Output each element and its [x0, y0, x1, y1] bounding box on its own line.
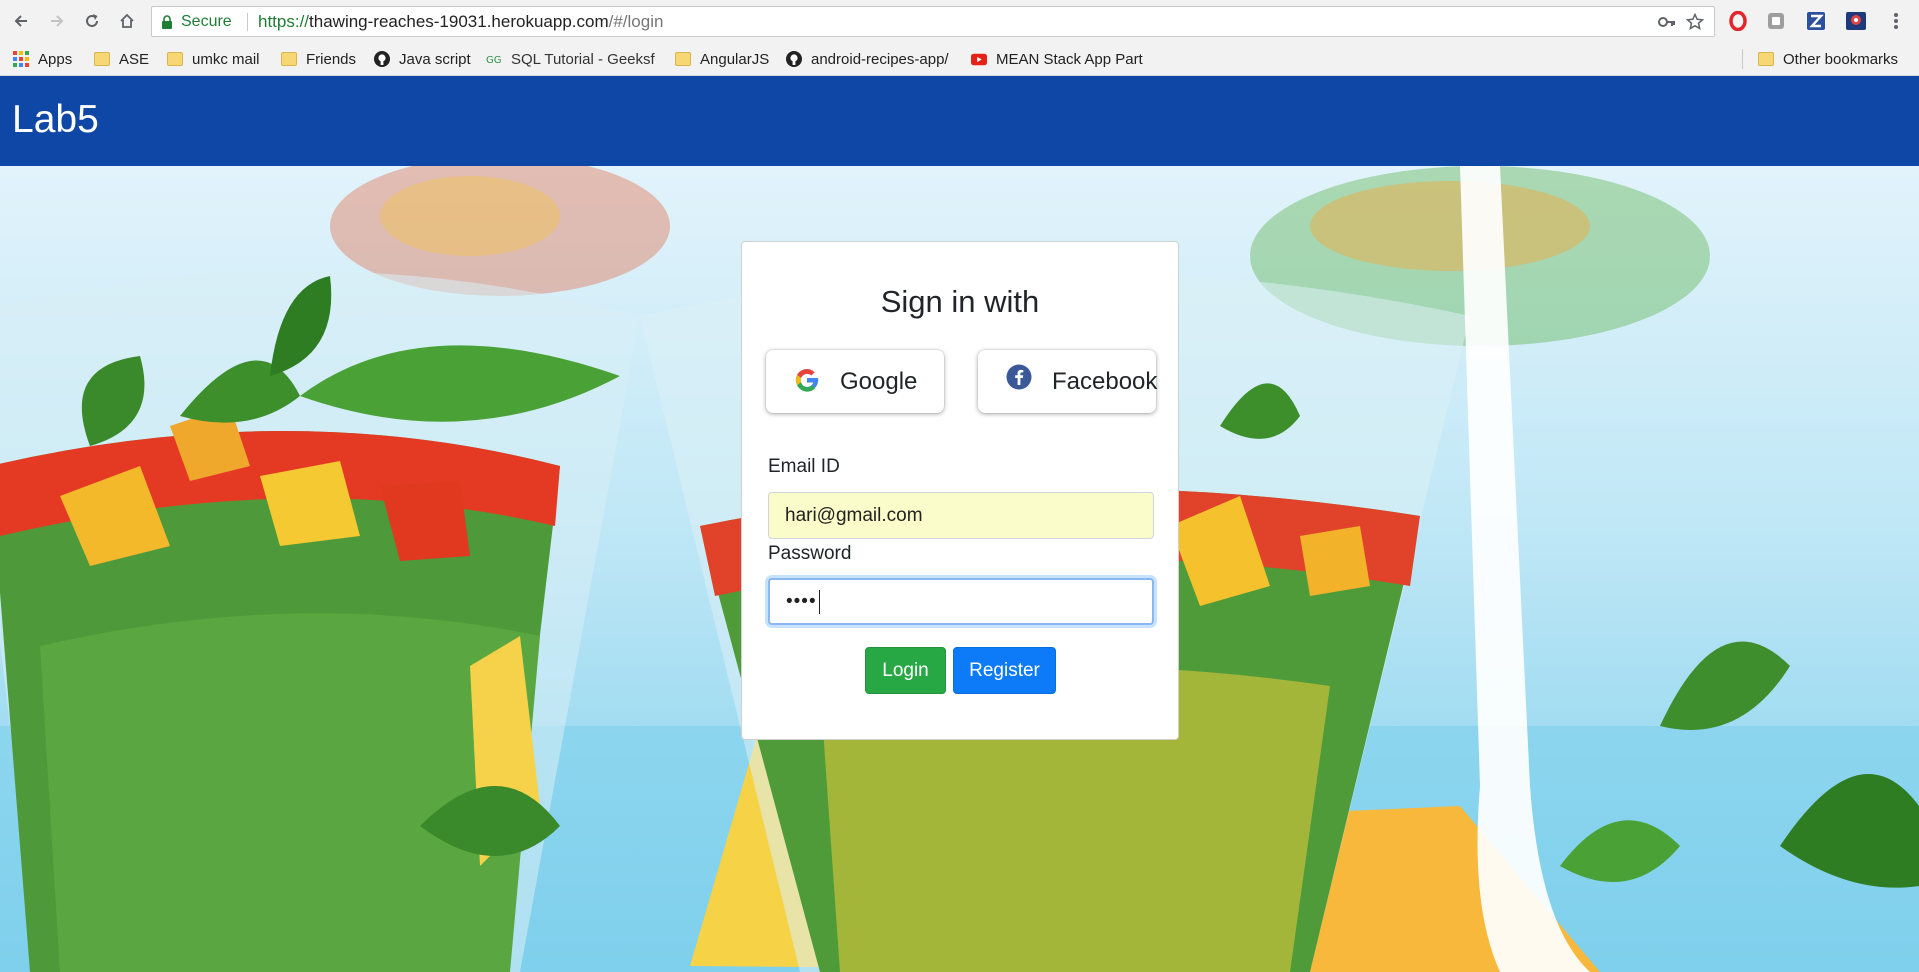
bookmarks-bar: Apps ASE umkc mail Friends Java script G… [0, 43, 1919, 76]
folder-icon [167, 51, 183, 67]
url-path: /#/login [608, 12, 664, 31]
folder-icon [281, 51, 297, 67]
email-label: Email ID [768, 456, 840, 477]
bookmark-friends[interactable]: Friends [281, 48, 356, 70]
url-scheme: https:// [258, 12, 310, 31]
reload-icon[interactable] [80, 9, 104, 33]
bookmark-label: Other bookmarks [1783, 50, 1899, 68]
bookmark-label: umkc mail [192, 50, 260, 68]
bookmark-sql-tutorial[interactable]: GG SQL Tutorial - Geeksf [486, 48, 655, 70]
bookmark-label: MEAN Stack App Part [996, 50, 1143, 68]
password-label: Password [768, 543, 852, 564]
star-icon[interactable] [1685, 12, 1705, 32]
login-card: Sign in with Google Facebook Email ID ha… [741, 241, 1179, 740]
bookmark-apps[interactable]: Apps [13, 48, 72, 70]
bookmark-android-recipes[interactable]: android-recipes-app/ [786, 48, 949, 70]
geeksforgeeks-icon: GG [486, 51, 502, 67]
facebook-icon [1006, 364, 1032, 390]
folder-icon [675, 51, 691, 67]
extension-icon[interactable] [1765, 10, 1787, 32]
back-arrow-icon[interactable] [9, 9, 33, 33]
omnibox-divider [247, 13, 248, 31]
zotero-extension-icon[interactable] [1805, 10, 1827, 32]
sign-in-title: Sign in with [880, 284, 1040, 319]
bookmark-label: Friends [306, 50, 357, 68]
bookmark-other[interactable]: Other bookmarks [1758, 48, 1898, 70]
password-field[interactable]: •••• [768, 578, 1154, 625]
facebook-signin-button[interactable]: Facebook [978, 350, 1158, 413]
bookmark-ase[interactable]: ASE [94, 48, 149, 70]
chrome-menu-icon[interactable] [1885, 10, 1907, 32]
github-icon [374, 51, 390, 67]
bookmark-label: Java script [399, 50, 471, 68]
bookmark-label: android-recipes-app/ [811, 50, 949, 68]
google-label: Google [840, 368, 918, 395]
youtube-icon [971, 51, 987, 67]
profile-extension-icon[interactable] [1845, 10, 1867, 32]
google-icon [795, 369, 819, 392]
bookmark-label: ASE [119, 50, 150, 68]
url-text[interactable]: https://thawing-reaches-19031.herokuapp.… [258, 12, 663, 32]
text-caret [818, 589, 820, 614]
key-icon[interactable] [1657, 12, 1677, 32]
browser-toolbar: Secure https://thawing-reaches-19031.her… [0, 0, 1919, 43]
url-host: thawing-reaches-19031.herokuapp.com [309, 12, 609, 31]
bookmark-java-script[interactable]: Java script [374, 48, 471, 70]
bookmark-label: SQL Tutorial - Geeksf [511, 50, 655, 68]
navbar-brand[interactable]: Lab5 [12, 98, 99, 142]
login-button[interactable]: Login [865, 647, 946, 694]
forward-arrow-icon[interactable] [45, 9, 69, 33]
home-icon[interactable] [115, 9, 139, 33]
bookmark-mean-stack[interactable]: MEAN Stack App Part [971, 48, 1143, 70]
apps-grid-icon [13, 51, 29, 67]
email-field[interactable]: hari@gmail.com [768, 492, 1154, 539]
bookmark-angularjs[interactable]: AngularJS [675, 48, 769, 70]
bookmark-umkc-mail[interactable]: umkc mail [167, 48, 260, 70]
folder-icon [1758, 51, 1774, 67]
opera-extension-icon[interactable] [1727, 10, 1749, 32]
password-value: •••• [786, 590, 817, 612]
google-signin-button[interactable]: Google [766, 350, 944, 413]
folder-icon [94, 51, 110, 67]
svg-text:GG: GG [486, 55, 502, 65]
bookmark-label: AngularJS [700, 50, 770, 68]
address-bar[interactable]: Secure https://thawing-reaches-19031.her… [151, 6, 1715, 37]
app-navbar: Lab5 [0, 76, 1919, 166]
email-value: hari@gmail.com [785, 504, 923, 526]
lock-icon [162, 15, 172, 29]
bookmark-label: Apps [38, 50, 73, 68]
register-button[interactable]: Register [953, 647, 1056, 694]
facebook-label: Facebook [1052, 368, 1158, 395]
github-icon [786, 51, 802, 67]
bookmarks-divider [1742, 49, 1743, 69]
secure-label: Secure [181, 13, 232, 30]
